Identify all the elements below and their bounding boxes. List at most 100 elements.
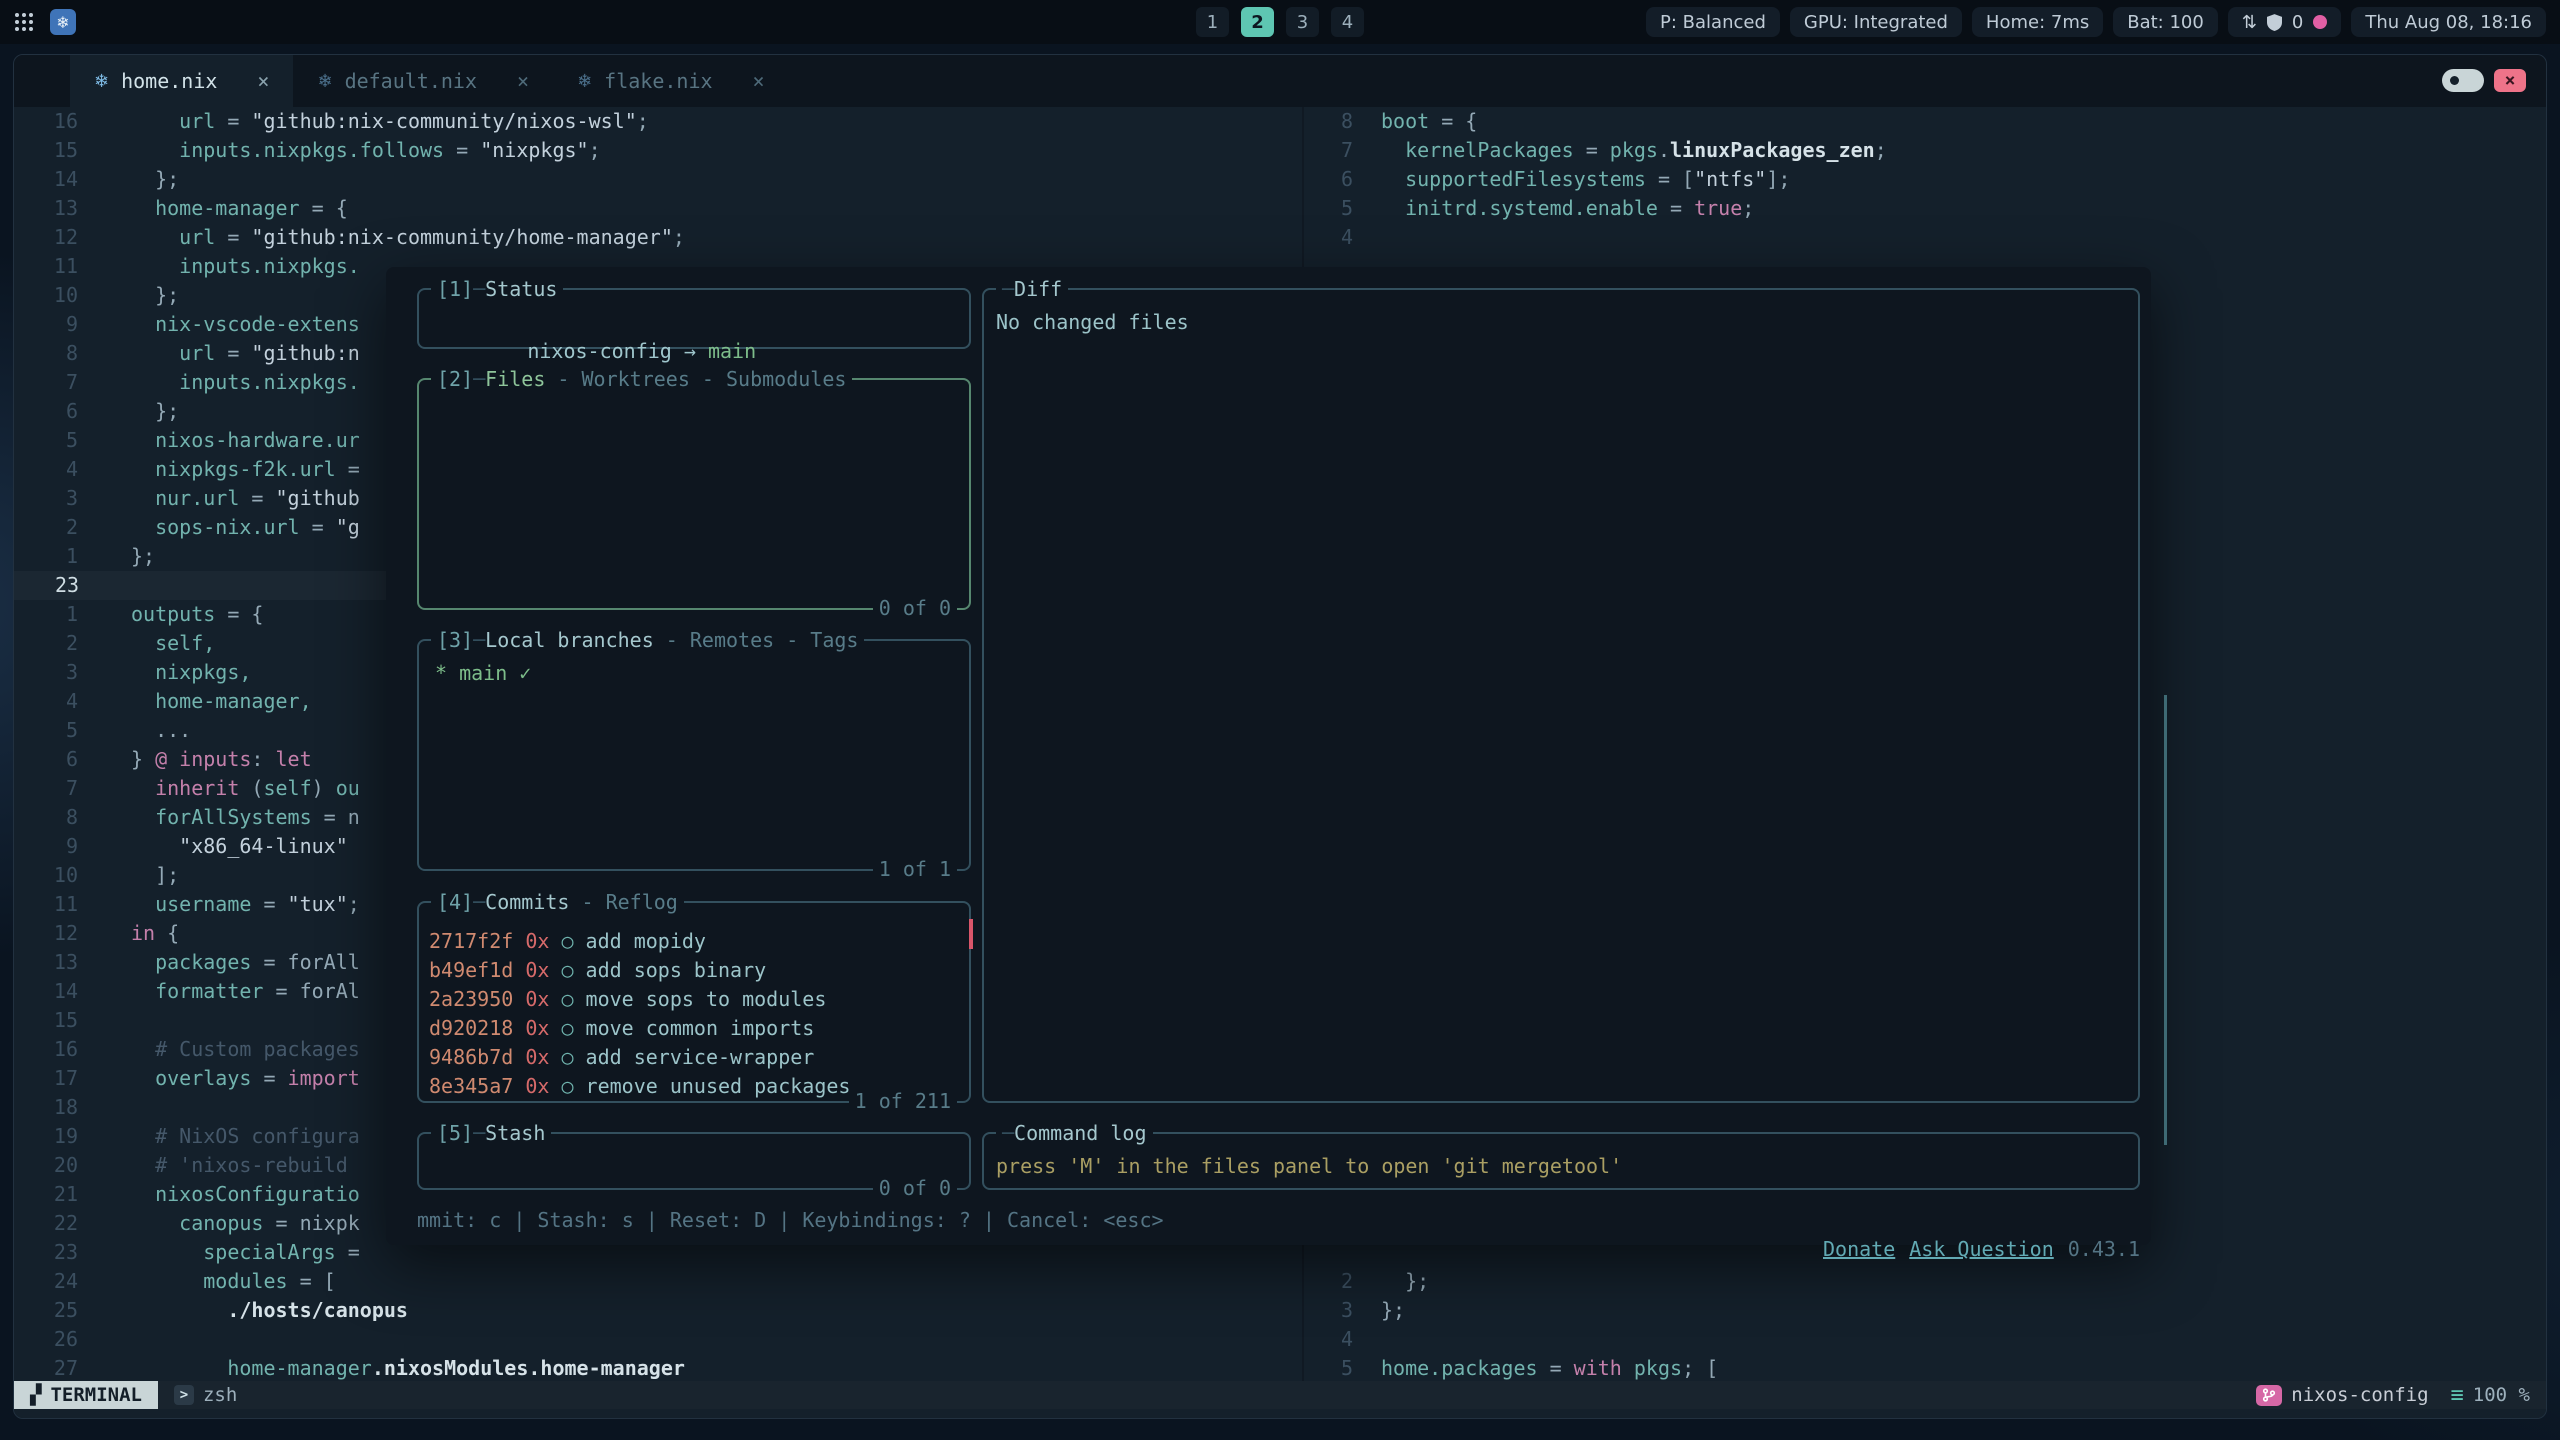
code-line[interactable]: 27 home-manager.nixosModules.home-manage…: [14, 1354, 1302, 1381]
line-number: 4: [1304, 223, 1353, 252]
line-number: 6: [14, 397, 78, 426]
lazygit-files-panel[interactable]: [2]─Files - Worktrees - Submodules 0 of …: [417, 378, 971, 610]
panel-tabs[interactable]: - Worktrees - Submodules: [545, 365, 846, 393]
commit-row[interactable]: 9486b7d 0x ○ add service-wrapper: [429, 1043, 961, 1072]
tab-bar: ❄ home.nix × ❄ default.nix × ❄ flake.nix…: [14, 55, 2546, 108]
line-number: 7: [1304, 136, 1353, 165]
terminal-icon: ▞: [30, 1384, 41, 1406]
ping-module[interactable]: Home: 7ms: [1972, 7, 2103, 37]
workspace-button-4[interactable]: 4: [1331, 7, 1364, 37]
line-number: 27: [14, 1354, 78, 1381]
code-line[interactable]: 5home.packages = with pkgs; [: [1304, 1354, 2546, 1381]
panel-tabs[interactable]: - Remotes - Tags: [654, 626, 859, 654]
lazygit-diff-panel[interactable]: ─Diff No changed files: [982, 288, 2140, 1103]
git-repo-badge[interactable]: [2256, 1385, 2282, 1406]
panel-title: ─Command log: [996, 1119, 1153, 1147]
line-number: 15: [14, 136, 78, 165]
minimize-pill-button[interactable]: [2442, 69, 2484, 92]
nix-file-icon: ❄: [577, 71, 592, 92]
panel-tabs[interactable]: - Reflog: [569, 888, 677, 916]
editor-window: ❄ home.nix × ❄ default.nix × ❄ flake.nix…: [13, 54, 2547, 1419]
code-line[interactable]: 7 kernelPackages = pkgs.linuxPackages_ze…: [1304, 136, 2546, 165]
network-icon[interactable]: ⇅: [2242, 12, 2257, 33]
line-number: 9: [14, 832, 78, 861]
power-profile-module[interactable]: P: Balanced: [1646, 7, 1780, 37]
workspace-button-1[interactable]: 1: [1196, 7, 1229, 37]
scrollbar-indicator[interactable]: [2164, 695, 2167, 1145]
tab-close-icon[interactable]: ×: [257, 69, 269, 93]
code-line[interactable]: 26: [14, 1325, 1302, 1354]
line-number: 3: [14, 658, 78, 687]
tab-flake-nix[interactable]: ❄ flake.nix ×: [553, 55, 789, 107]
panel-title-text: Status: [485, 275, 557, 303]
ask-question-link[interactable]: Ask Question: [1909, 1237, 2054, 1261]
line-number: 26: [14, 1325, 78, 1354]
line-number: 11: [14, 252, 78, 281]
shell-segment: > zsh: [174, 1384, 237, 1406]
shell-label: zsh: [203, 1384, 237, 1406]
tab-close-icon[interactable]: ×: [753, 69, 765, 93]
line-number: 4: [14, 455, 78, 484]
code-line[interactable]: 2 };: [1304, 1267, 2546, 1296]
shell-icon: >: [174, 1385, 194, 1405]
tab-close-icon[interactable]: ×: [517, 69, 529, 93]
line-number: 5: [1304, 194, 1353, 223]
code-line[interactable]: 6 supportedFilesystems = ["ntfs"];: [1304, 165, 2546, 194]
panel-title: [3]─Local branches - Remotes - Tags: [431, 626, 864, 654]
line-number: 8: [1304, 107, 1353, 136]
panel-number: [5]: [437, 1119, 473, 1147]
code-line[interactable]: 8boot = {: [1304, 107, 2546, 136]
commit-row[interactable]: d920218 0x ○ move common imports: [429, 1014, 961, 1043]
code-line[interactable]: 12 url = "github:nix-community/home-mana…: [14, 223, 1302, 252]
apps-grid-icon[interactable]: [14, 12, 34, 32]
line-number: 10: [14, 861, 78, 890]
gpu-module[interactable]: GPU: Integrated: [1790, 7, 1962, 37]
commits-scrollbar-thumb[interactable]: [969, 919, 973, 949]
battery-module[interactable]: Bat: 100: [2113, 7, 2218, 37]
top-status-bar: ❄ 1 2 3 4 P: Balanced GPU: Integrated Ho…: [0, 0, 2560, 44]
panel-number: [2]: [437, 365, 473, 393]
scroll-percent: 100 %: [2473, 1384, 2530, 1406]
commit-row[interactable]: 2a23950 0x ○ move sops to modules: [429, 985, 961, 1014]
workspace-button-2-active[interactable]: 2: [1241, 7, 1274, 37]
nixos-logo-badge[interactable]: ❄: [50, 9, 76, 35]
clock-module[interactable]: Thu Aug 08, 18:16: [2351, 7, 2546, 37]
lazygit-branches-panel[interactable]: [3]─Local branches - Remotes - Tags * ma…: [417, 639, 971, 871]
line-number: 6: [1304, 165, 1353, 194]
code-line[interactable]: 16 url = "github:nix-community/nixos-wsl…: [14, 107, 1302, 136]
code-line[interactable]: 13 home-manager = {: [14, 194, 1302, 223]
workspace-button-3[interactable]: 3: [1286, 7, 1319, 37]
line-number: 2: [14, 629, 78, 658]
item-count: 0 of 0: [873, 1174, 957, 1202]
code-line[interactable]: 4: [1304, 1325, 2546, 1354]
line-number: 18: [14, 1093, 78, 1122]
panel-title-text: Files: [485, 365, 545, 393]
tab-default-nix[interactable]: ❄ default.nix ×: [293, 55, 553, 107]
panel-title: [2]─Files - Worktrees - Submodules: [431, 365, 852, 393]
lazygit-commits-panel[interactable]: [4]─Commits - Reflog 2717f2f 0x ○ add mo…: [417, 901, 971, 1103]
commit-row[interactable]: 2717f2f 0x ○ add mopidy: [429, 927, 961, 956]
commit-row[interactable]: b49ef1d 0x ○ add sops binary: [429, 956, 961, 985]
code-line[interactable]: 14 };: [14, 165, 1302, 194]
color-picker-icon[interactable]: [2313, 15, 2327, 29]
line-number: 16: [14, 1035, 78, 1064]
code-line[interactable]: 25 ./hosts/canopus: [14, 1296, 1302, 1325]
lazygit-stash-panel[interactable]: [5]─Stash 0 of 0: [417, 1132, 971, 1190]
donate-link[interactable]: Donate: [1823, 1237, 1895, 1261]
line-number: 21: [14, 1180, 78, 1209]
panel-title-text: Commits: [485, 888, 569, 916]
code-line[interactable]: 24 modules = [: [14, 1267, 1302, 1296]
code-line[interactable]: 15 inputs.nixpkgs.follows = "nixpkgs";: [14, 136, 1302, 165]
window-close-button[interactable]: ×: [2494, 69, 2526, 92]
title-dash: ─: [473, 365, 485, 393]
line-number: 4: [14, 687, 78, 716]
tab-home-nix[interactable]: ❄ home.nix ×: [70, 55, 293, 107]
code-line[interactable]: 4: [1304, 223, 2546, 252]
code-line[interactable]: 3};: [1304, 1296, 2546, 1325]
lazygit-status-panel[interactable]: [1]─Status nixos-config → main: [417, 288, 971, 349]
mode-label: TERMINAL: [50, 1384, 142, 1406]
code-line[interactable]: 5 initrd.systemd.enable = true;: [1304, 194, 2546, 223]
lazygit-command-log-panel[interactable]: ─Command log press 'M' in the files pane…: [982, 1132, 2140, 1190]
branch-row[interactable]: * main ✓: [435, 659, 961, 688]
update-count: 0: [2292, 12, 2303, 33]
